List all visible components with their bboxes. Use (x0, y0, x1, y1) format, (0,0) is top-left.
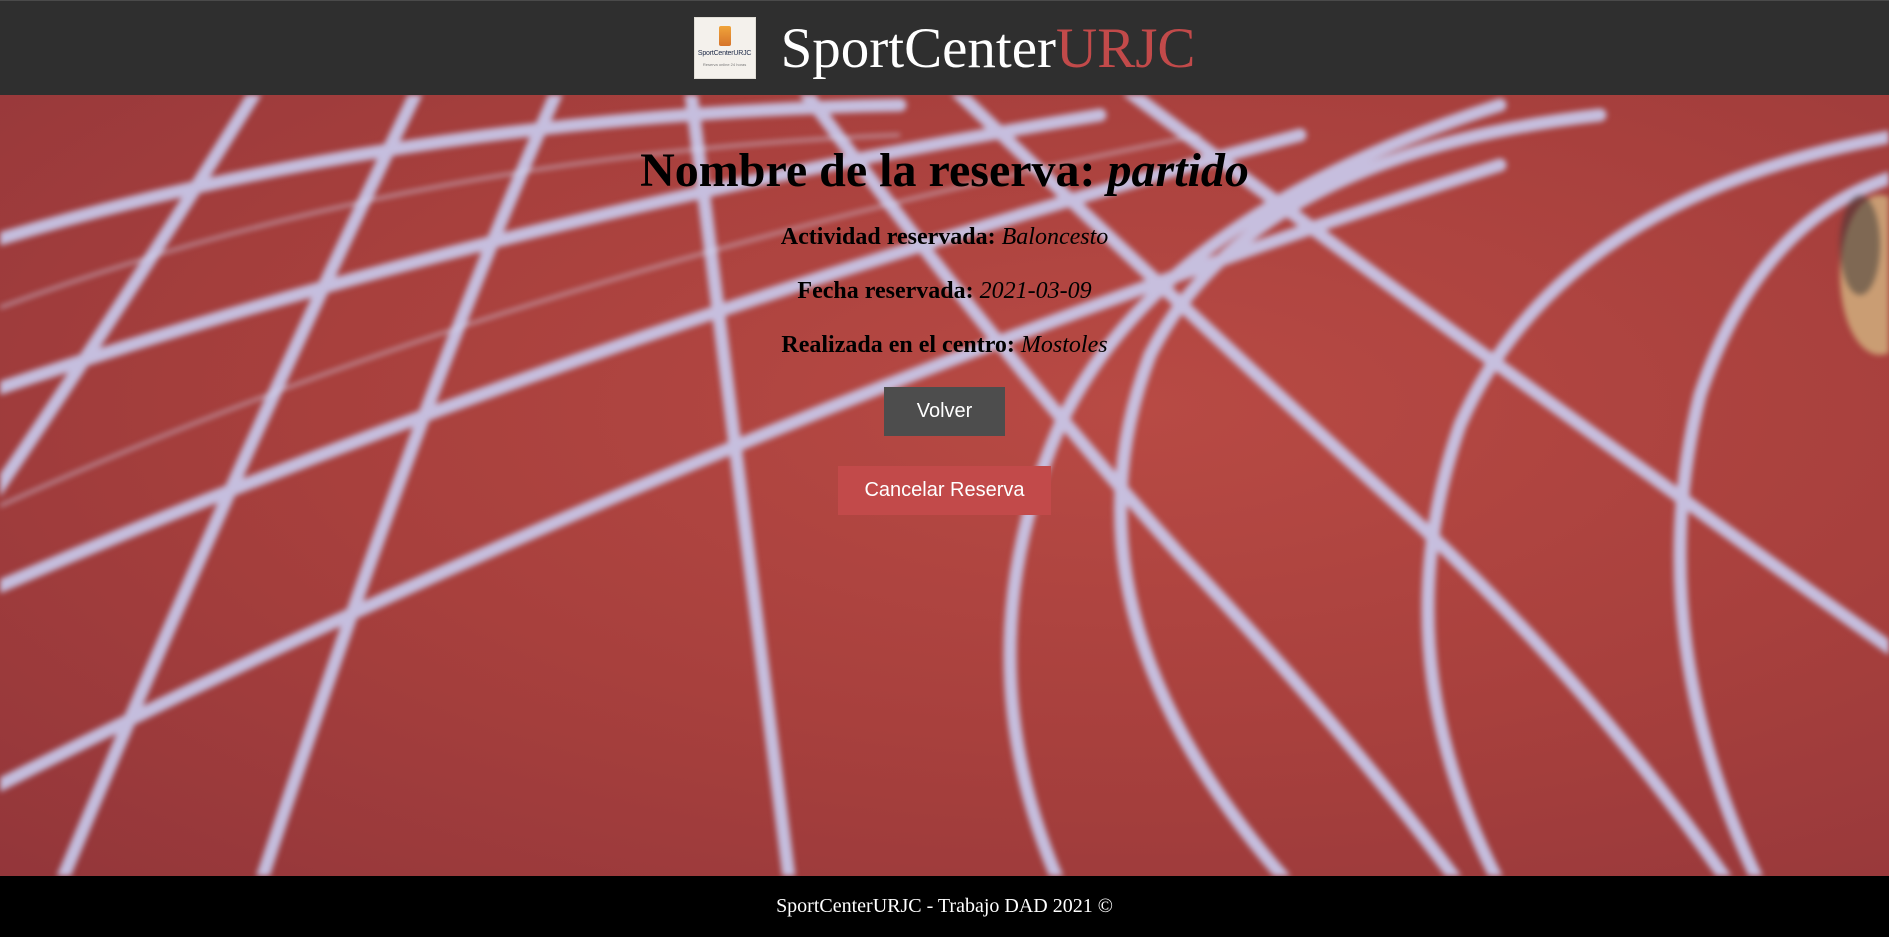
center-label: Realizada en el centro: (781, 331, 1015, 358)
activity-label: Actividad reservada: (780, 223, 996, 250)
brand-accent-text: URJC (1056, 16, 1196, 80)
site-header: SportCenterURJC Reserva online 24 horas … (0, 0, 1889, 95)
date-label: Fecha reservada: (797, 277, 974, 304)
site-logo[interactable]: SportCenterURJC Reserva online 24 horas (693, 17, 756, 79)
date-value: 2021-03-09 (979, 277, 1092, 304)
brand-main-text: SportCenter (780, 16, 1057, 80)
back-button[interactable]: Volver (884, 386, 1005, 436)
center-value: Mostoles (1020, 331, 1108, 358)
reservation-title-label: Nombre de la reserva: (640, 144, 1096, 197)
site-footer: SportCenterURJC - Trabajo DAD 2021 © (0, 876, 1889, 937)
site-brand[interactable]: SportCenterURJC (781, 20, 1196, 77)
logo-subtext: Reserva online 24 horas (702, 62, 747, 67)
runner-icon (718, 26, 731, 46)
reservation-title: Nombre de la reserva: partido (0, 144, 1889, 198)
activity-field: Actividad reservada: Baloncesto (0, 222, 1889, 252)
footer-text: SportCenterURJC - Trabajo DAD 2021 © (776, 895, 1113, 917)
reservation-name: partido (1107, 144, 1249, 197)
date-field: Fecha reservada: 2021-03-09 (0, 276, 1889, 306)
reservation-detail: Nombre de la reserva: partido Actividad … (0, 95, 1889, 515)
logo-text: SportCenterURJC (697, 50, 752, 57)
cancel-reservation-button[interactable]: Cancelar Reserva (838, 465, 1051, 515)
page: SportCenterURJC Reserva online 24 horas … (0, 0, 1889, 937)
center-field: Realizada en el centro: Mostoles (0, 330, 1889, 360)
activity-value: Baloncesto (1001, 223, 1109, 250)
